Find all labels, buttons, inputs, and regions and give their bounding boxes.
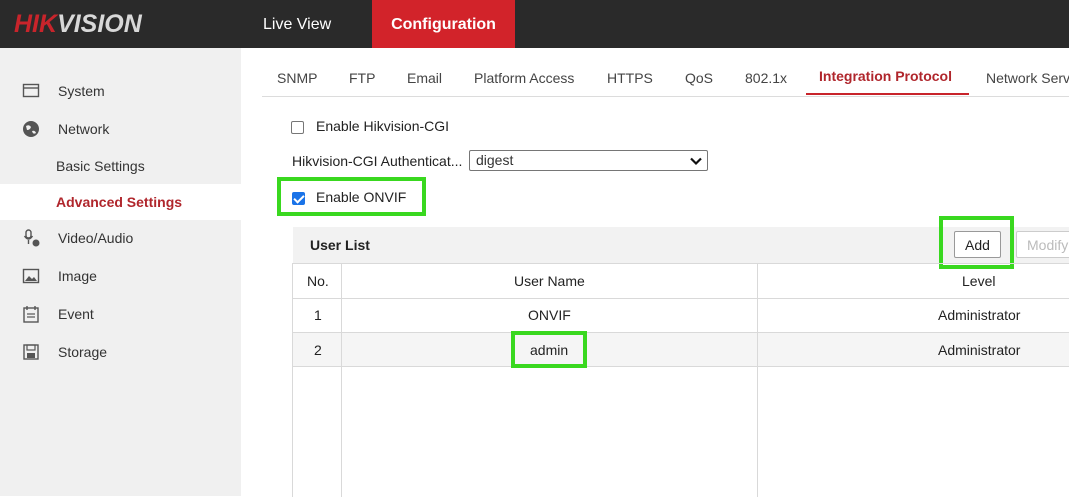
globe-icon xyxy=(23,121,39,137)
sidebar-item-label: Network xyxy=(58,121,110,137)
modify-user-button[interactable]: Modify xyxy=(1016,231,1069,258)
tab-https[interactable]: HTTPS xyxy=(607,70,653,86)
row-divider xyxy=(293,332,1069,333)
disk-icon xyxy=(23,344,39,360)
enable-hikvision-cgi-label: Enable Hikvision-CGI xyxy=(316,118,450,134)
tab-bar: SNMP FTP Email Platform Access HTTPS QoS… xyxy=(262,62,1069,97)
sidebar-item-label: Video/Audio xyxy=(58,230,134,246)
column-header-no: No. xyxy=(307,273,329,289)
enable-onvif-checkbox[interactable] xyxy=(292,192,305,205)
sidebar-item-image[interactable]: Image xyxy=(0,258,241,294)
sidebar-item-advanced-settings[interactable]: Advanced Settings xyxy=(0,184,241,220)
user-list-title: User List xyxy=(310,237,370,253)
cgi-auth-value: digest xyxy=(476,152,514,168)
sidebar-item-storage[interactable]: Storage xyxy=(0,334,241,370)
tab-platform-access[interactable]: Platform Access xyxy=(474,70,574,86)
row-divider xyxy=(293,366,1069,367)
cgi-auth-label: Hikvision-CGI Authenticat... xyxy=(292,153,463,169)
sidebar-item-label: System xyxy=(58,83,105,99)
nav-configuration[interactable]: Configuration xyxy=(372,0,515,48)
sidebar-item-event[interactable]: Event xyxy=(0,296,241,332)
tab-qos[interactable]: QoS xyxy=(685,70,713,86)
add-user-button[interactable]: Add xyxy=(954,231,1001,258)
enable-onvif-label: Enable ONVIF xyxy=(316,189,407,205)
tab-email[interactable]: Email xyxy=(407,70,442,86)
sidebar-item-label: Image xyxy=(58,268,97,284)
tab-8021x[interactable]: 802.1x xyxy=(745,70,787,86)
enable-hikvision-cgi-checkbox[interactable] xyxy=(291,121,304,134)
tab-network-service[interactable]: Network Serv xyxy=(986,70,1069,86)
column-header-level: Level xyxy=(962,273,996,289)
top-bar: HIKVISION Live View Configuration xyxy=(0,0,1069,48)
sidebar: System Network Basic Settings Advanced S… xyxy=(0,48,241,496)
sidebar-item-basic-settings[interactable]: Basic Settings xyxy=(0,148,241,184)
tab-integration-protocol[interactable]: Integration Protocol xyxy=(819,68,952,84)
calendar-icon xyxy=(23,306,39,323)
cell-no: 1 xyxy=(314,307,322,323)
tab-ftp[interactable]: FTP xyxy=(349,70,375,86)
row-divider xyxy=(293,298,1069,299)
hikvision-logo: HIKVISION xyxy=(14,10,142,38)
column-header-user-name: User Name xyxy=(514,273,585,289)
cell-user-name: ONVIF xyxy=(528,307,571,323)
chevron-down-icon xyxy=(690,157,702,166)
monitor-icon xyxy=(22,83,40,98)
sidebar-item-label: Storage xyxy=(58,344,108,360)
image-icon xyxy=(22,268,40,284)
cell-level: Administrator xyxy=(938,307,1021,323)
sidebar-item-network[interactable]: Network xyxy=(0,111,241,147)
sidebar-item-system[interactable]: System xyxy=(0,73,241,109)
sidebar-item-label: Advanced Settings xyxy=(56,194,183,210)
microphone-camera-icon xyxy=(23,229,40,247)
highlight-admin-user xyxy=(511,331,587,368)
cell-no: 2 xyxy=(314,342,322,358)
cgi-auth-select[interactable]: digest xyxy=(469,150,708,171)
active-tab-underline xyxy=(806,93,969,95)
user-table: No. User Name Level 1 ONVIF Administrato… xyxy=(292,263,1069,497)
sidebar-item-video-audio[interactable]: Video/Audio xyxy=(0,220,241,256)
sidebar-item-label: Event xyxy=(58,306,94,322)
cell-level: Administrator xyxy=(938,342,1021,358)
tab-snmp[interactable]: SNMP xyxy=(277,70,317,86)
nav-live-view[interactable]: Live View xyxy=(263,0,331,48)
sidebar-item-label: Basic Settings xyxy=(56,158,145,174)
